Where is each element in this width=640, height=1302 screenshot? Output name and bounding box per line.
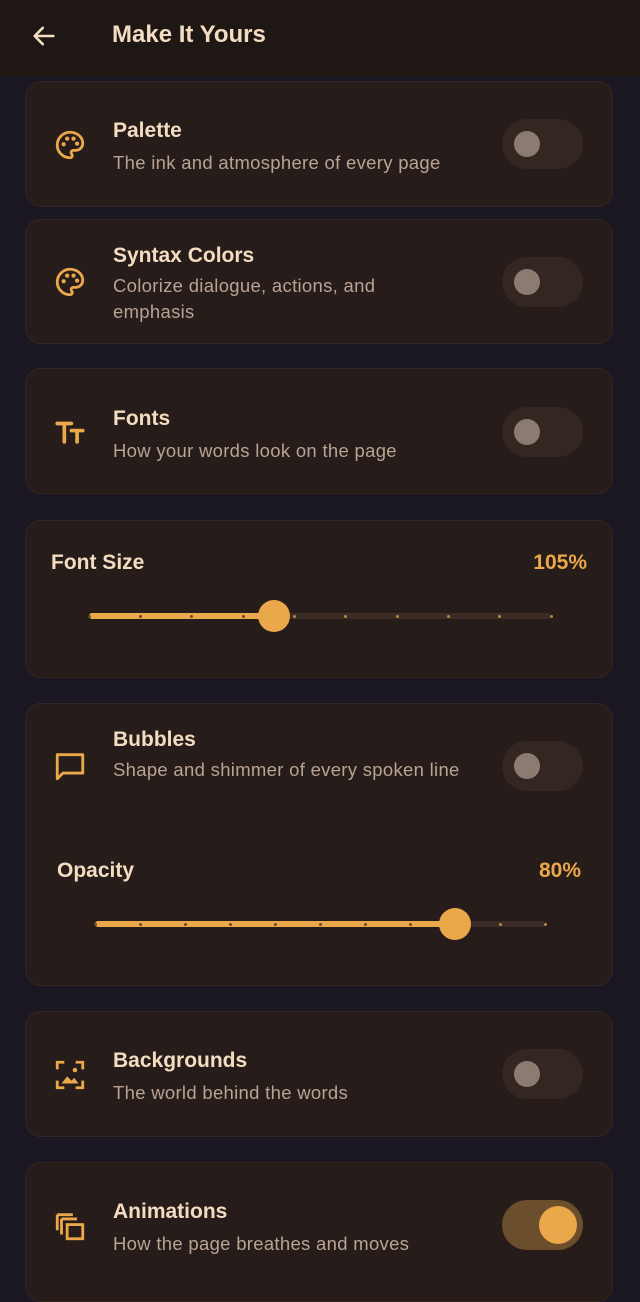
bubbles-card: Bubbles Shape and shimmer of every spoke… <box>25 703 613 986</box>
slider-tick <box>549 615 553 618</box>
chat-bubble-icon <box>52 748 88 784</box>
toggle-knob <box>514 419 540 445</box>
slider-tick <box>138 923 142 926</box>
slider-tick <box>395 615 399 618</box>
toggle-knob <box>514 269 540 295</box>
slider-tick <box>228 923 232 926</box>
slider-tick <box>318 923 322 926</box>
fonts-toggle[interactable] <box>502 407 583 457</box>
font-size-slider[interactable] <box>87 600 553 632</box>
font-size-value: 105% <box>533 551 587 574</box>
layers-icon <box>52 1208 88 1244</box>
slider-tick <box>241 615 245 618</box>
animations-subtitle: How the page breathes and moves <box>113 1233 410 1254</box>
animations-toggle[interactable] <box>502 1200 583 1250</box>
slider-tick <box>93 923 97 926</box>
slider-tick <box>498 615 502 618</box>
backgrounds-card: Backgrounds The world behind the words <box>25 1011 613 1137</box>
slider-tick <box>292 615 296 618</box>
animations-title: Animations <box>113 1200 228 1223</box>
slider-tick <box>273 923 277 926</box>
slider-thumb[interactable] <box>439 908 471 940</box>
slider-tick <box>138 615 142 618</box>
slider-fill <box>89 613 274 619</box>
toggle-knob <box>514 1061 540 1087</box>
backgrounds-subtitle: The world behind the words <box>113 1082 349 1103</box>
slider-tick <box>498 923 502 926</box>
fonts-subtitle: How your words look on the page <box>113 440 397 461</box>
toggle-knob <box>514 753 540 779</box>
syntax-colors-toggle[interactable] <box>502 257 583 307</box>
opacity-label: Opacity <box>57 859 135 882</box>
bubbles-subtitle: Shape and shimmer of every spoken line <box>113 759 460 780</box>
arrow-left-icon <box>33 26 55 46</box>
page-title: Make It Yours <box>112 21 266 48</box>
palette-toggle[interactable] <box>502 119 583 169</box>
app-bar: Make It Yours <box>0 0 640 76</box>
toggle-knob <box>514 131 540 157</box>
backgrounds-title: Backgrounds <box>113 1049 248 1072</box>
syntax-colors-title: Syntax Colors <box>113 244 255 267</box>
slider-tick <box>87 615 91 618</box>
text-size-icon <box>52 414 88 450</box>
font-size-card: Font Size 105% <box>25 520 613 678</box>
slider-tick <box>344 615 348 618</box>
opacity-slider[interactable] <box>93 908 547 940</box>
syntax-colors-card: Syntax Colors Colorize dialogue, actions… <box>25 219 613 344</box>
opacity-value: 80% <box>538 859 581 882</box>
syntax-colors-subtitle: Colorize dialogue, actions, and emphasis <box>113 275 376 322</box>
fonts-title: Fonts <box>113 407 171 430</box>
backgrounds-toggle[interactable] <box>502 1049 583 1099</box>
palette-icon <box>52 127 88 163</box>
slider-tick <box>446 615 450 618</box>
bubbles-toggle[interactable] <box>502 741 583 791</box>
animations-card: Animations How the page breathes and mov… <box>25 1162 613 1302</box>
slider-tick <box>363 923 367 926</box>
slider-thumb[interactable] <box>257 600 290 632</box>
slider-tick <box>408 923 412 926</box>
fonts-card: Fonts How your words look on the page <box>25 368 613 494</box>
palette-card: Palette The ink and atmosphere of every … <box>25 81 613 207</box>
font-size-label: Font Size <box>51 551 145 574</box>
bubbles-title: Bubbles <box>113 728 196 751</box>
image-icon <box>52 1057 88 1093</box>
slider-tick <box>183 923 187 926</box>
back-button[interactable] <box>24 16 64 56</box>
palette-subtitle: The ink and atmosphere of every page <box>113 152 441 173</box>
palette-title: Palette <box>113 119 182 142</box>
palette-icon <box>52 264 88 300</box>
toggle-knob <box>539 1206 577 1244</box>
slider-tick <box>543 923 547 926</box>
